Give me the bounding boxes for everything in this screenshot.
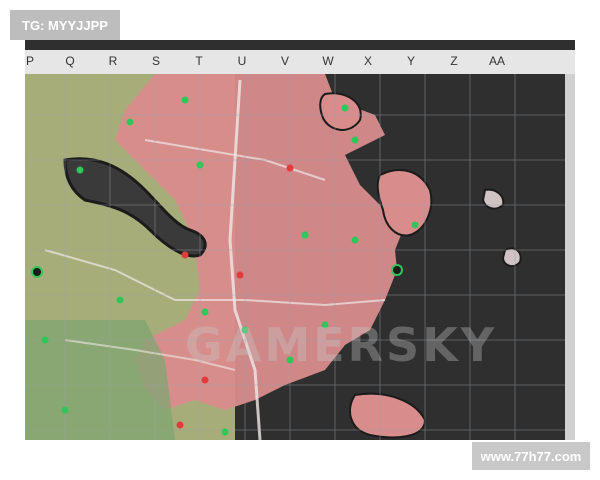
marker-green [41,336,49,344]
marker-green [301,231,309,239]
grid-column-label: T [195,54,203,68]
marker-green [411,221,419,229]
grid-column-label: W [322,54,334,68]
marker-green [181,96,189,104]
marker-green [196,161,204,169]
marker-red [286,164,294,172]
marker-green [351,236,359,244]
marker-red [236,271,244,279]
marker-green [126,118,134,126]
tg-channel-label: TG: MYYJJPP [22,17,108,33]
grid-column-label: Z [450,54,458,68]
world-map[interactable]: P Q R S T U V W X Y Z AA [25,40,575,440]
map-watermark: GAMERSKY [185,318,498,372]
grid-column-label: X [363,54,372,68]
marker-red [201,376,209,384]
marker-green [76,166,84,174]
marker-red [176,421,184,429]
tg-channel-badge: TG: MYYJJPP [10,10,120,40]
site-watermark-label: www.77h77.com [480,448,582,464]
marker-green [201,308,209,316]
grid-column-label: AA [488,54,505,68]
grid-column-label: P [25,54,34,68]
grid-column-label: S [151,54,160,68]
site-watermark-badge: www.77h77.com [472,442,590,470]
grid-column-ruler: P Q R S T U V W X Y Z AA [25,50,575,74]
marker-green [61,406,69,414]
grid-column-label: V [280,54,289,68]
marker-vault [391,264,403,276]
grid-column-label: U [237,54,247,68]
marker-red [181,251,189,259]
marker-vault [31,266,43,278]
grid-column-label: Y [406,54,415,68]
marker-green [341,104,349,112]
marker-green [221,428,229,436]
grid-column-label: R [108,54,118,68]
map-canvas [25,40,575,440]
right-ruler [565,74,575,440]
marker-green [116,296,124,304]
marker-green [351,136,359,144]
island-east-small-2 [501,247,522,268]
grid-column-label: Q [65,54,75,68]
